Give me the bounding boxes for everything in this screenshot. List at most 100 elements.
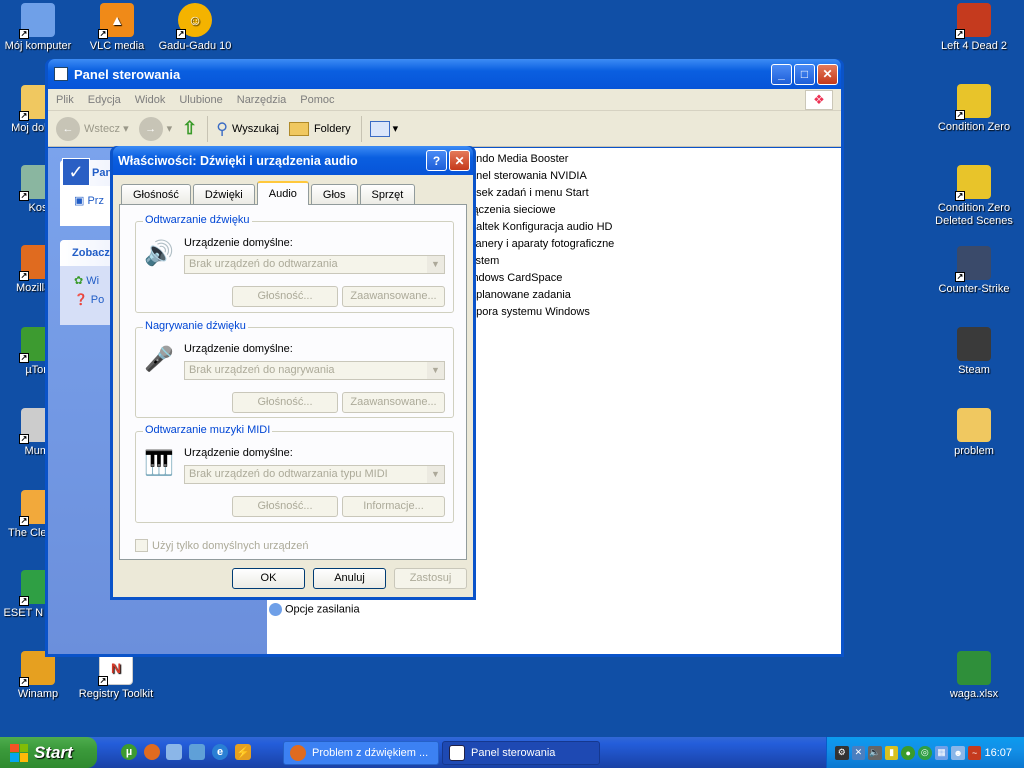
menu-view[interactable]: Widok <box>135 94 166 106</box>
control-panel-item[interactable]: indows CardSpace <box>470 272 562 284</box>
ok-button[interactable]: OK <box>232 568 305 589</box>
recording-legend: Nagrywanie dźwięku <box>143 320 248 332</box>
firefox-quicklaunch-icon[interactable] <box>144 744 160 760</box>
midi-volume-button[interactable]: Głośność... <box>232 496 338 517</box>
maximize-button[interactable]: □ <box>794 63 815 85</box>
control-panel-titlebar[interactable]: Panel sterowania _ □ ✕ <box>48 59 841 89</box>
steam-icon <box>957 327 991 361</box>
tab-sounds[interactable]: Dźwięki <box>192 184 255 204</box>
control-panel-icon <box>54 67 68 81</box>
gadu-gadu-icon: ☺ ↗ <box>176 3 212 39</box>
recording-volume-button[interactable]: Głośność... <box>232 392 338 413</box>
tab-hardware[interactable]: Sprzęt <box>359 184 416 204</box>
internet-explorer-quicklaunch-icon[interactable]: e <box>212 744 228 760</box>
desktop-icon-gadu-gadu[interactable]: ☺ ↗ Gadu-Gadu 10 <box>155 3 235 53</box>
desktop-icon-vlc[interactable]: ▲↗ VLC media player <box>77 3 157 53</box>
menu-bar: Plik Edycja Widok Ulubione Narzędzia Pom… <box>48 89 841 111</box>
up-button[interactable]: ⇧ <box>182 118 197 139</box>
control-panel-item[interactable]: łączenia sieciowe <box>470 204 556 216</box>
tab-voice[interactable]: Głos <box>310 184 358 204</box>
network-tray-icon[interactable]: ✕ <box>851 745 866 760</box>
midi-device-select[interactable]: Brak urządzeń do odtwarzania typu MIDI ▼ <box>184 465 445 484</box>
control-panel-item[interactable]: asek zadań i menu Start <box>470 187 589 199</box>
views-icon <box>369 120 390 137</box>
app-tray-icon[interactable]: ● <box>901 745 916 760</box>
dialog-title: Właściwości: Dźwięki i urządzenia audio <box>118 153 358 168</box>
midi-keyboard-icon: 🎹 <box>144 449 174 477</box>
apply-button[interactable]: Zastosuj <box>394 568 467 589</box>
control-panel-item[interactable]: aplanowane zadania <box>470 289 571 301</box>
search-button[interactable]: ⚲ Wyszukaj <box>216 119 279 139</box>
desktop-icon-left4dead[interactable]: ↗ Left 4 Dead 2 <box>934 3 1014 53</box>
forward-button[interactable]: → ▾ <box>138 116 172 141</box>
desktop-icon-counter-strike[interactable]: ↗ Counter-Strike <box>934 246 1014 296</box>
folders-icon <box>288 121 309 136</box>
dialog-titlebar[interactable]: Właściwości: Dźwięki i urządzenia audio … <box>113 146 473 175</box>
playback-advanced-button[interactable]: Zaawansowane... <box>342 286 445 307</box>
views-button[interactable]: ▾ <box>369 120 398 137</box>
steam-tray-icon[interactable]: ⚙ <box>835 745 849 760</box>
menu-favorites[interactable]: Ulubione <box>179 94 222 106</box>
monitor-tray-icon[interactable]: ~ <box>967 745 982 760</box>
playback-device-select[interactable]: Brak urządzeń do odtwarzania ▼ <box>184 255 445 274</box>
control-panel-item[interactable]: ealtek Konfiguracja audio HD <box>470 221 612 233</box>
display-tray-icon[interactable]: ▦ <box>934 745 949 760</box>
toolbar-separator <box>360 115 362 142</box>
dialog-close-button[interactable]: ✕ <box>449 150 470 171</box>
recording-group: Nagrywanie dźwięku 🎤 Urządzenie domyślne… <box>135 320 454 418</box>
windows-logo-icon: ❖ <box>805 89 833 110</box>
back-button[interactable]: ← Wstecz ▾ <box>56 116 129 141</box>
control-panel-item[interactable]: anel sterowania NVIDIA <box>470 170 587 182</box>
control-panel-item[interactable]: ando Media Booster <box>470 153 568 165</box>
microphone-icon: 🎤 <box>144 345 174 373</box>
tab-audio[interactable]: Audio <box>256 181 309 205</box>
counter-strike-czds-icon: ↗ <box>955 165 991 201</box>
taskbar: Start µ e ⚡ Problem z dźwiękiem ... Pane… <box>0 737 1024 768</box>
eset-tray-icon[interactable]: ◎ <box>918 745 932 760</box>
desktop-icon-counter-strike-czds[interactable]: ↗ Condition Zero Deleted Scenes <box>934 165 1014 228</box>
toolbar-separator <box>207 115 209 142</box>
network-quicklaunch-icon[interactable] <box>189 744 205 760</box>
utorrent-quicklaunch-icon[interactable]: µ <box>121 744 137 760</box>
checkbox-box <box>135 539 148 552</box>
folders-button[interactable]: Foldery <box>288 121 351 136</box>
winamp-quicklaunch-icon[interactable]: ⚡ <box>235 744 251 760</box>
cancel-button[interactable]: Anuluj <box>313 568 386 589</box>
taskbar-button-control-panel[interactable]: Panel sterowania <box>442 741 600 765</box>
desktop-icon-steam[interactable]: Steam <box>934 327 1014 377</box>
desktop-icon-winamp[interactable]: ↗ Winamp <box>0 651 78 701</box>
menu-edit[interactable]: Edycja <box>88 94 121 106</box>
menu-file[interactable]: Plik <box>56 94 74 106</box>
excel-icon <box>957 651 991 685</box>
control-panel-item[interactable]: apora systemu Windows <box>470 306 590 318</box>
control-panel-item[interactable]: kanery i aparaty fotograficzne <box>470 238 614 250</box>
close-button[interactable]: ✕ <box>817 63 838 85</box>
playback-volume-button[interactable]: Głośność... <box>232 286 338 307</box>
desktop-icon-folder[interactable]: problem <box>934 408 1014 458</box>
default-devices-checkbox[interactable]: Użyj tylko domyślnych urządzeń <box>135 539 309 552</box>
computer-icon: ↗ <box>19 3 55 39</box>
control-panel-icon <box>449 745 465 761</box>
menu-tools[interactable]: Narzędzia <box>237 94 287 106</box>
folder-icon <box>957 408 991 442</box>
volume-muted-tray-icon[interactable]: 🔈 <box>868 745 882 760</box>
control-panel-item[interactable]: Opcje zasilania <box>269 603 360 616</box>
taskbar-button-firefox[interactable]: Problem z dźwiękiem ... <box>283 741 439 765</box>
desktop-icon-computer[interactable]: ↗ Mój komputer <box>0 3 78 53</box>
clock[interactable]: 16:07 <box>984 747 1012 759</box>
app-quicklaunch-icon[interactable] <box>166 744 182 760</box>
help-button[interactable]: ? <box>426 150 447 171</box>
desktop-icon-counter-strike-cz[interactable]: ↗ Condition Zero <box>934 84 1014 134</box>
back-arrow-icon: ← <box>56 116 80 141</box>
minimize-button[interactable]: _ <box>771 63 792 85</box>
user-tray-icon[interactable]: ☻ <box>951 745 965 760</box>
tab-volume[interactable]: Głośność <box>121 184 191 204</box>
start-button[interactable]: Start <box>0 737 97 768</box>
gadu-tray-icon[interactable]: ▮ <box>884 745 899 760</box>
recording-advanced-button[interactable]: Zaawansowane... <box>342 392 445 413</box>
recording-device-select[interactable]: Brak urządzeń do nagrywania ▼ <box>184 361 445 380</box>
midi-info-button[interactable]: Informacje... <box>342 496 445 517</box>
menu-help[interactable]: Pomoc <box>300 94 334 106</box>
desktop-icon-excel[interactable]: waga.xlsx <box>934 651 1014 701</box>
desktop-icon-registry-toolkit[interactable]: N ↗ Registry Toolkit <box>76 651 156 701</box>
